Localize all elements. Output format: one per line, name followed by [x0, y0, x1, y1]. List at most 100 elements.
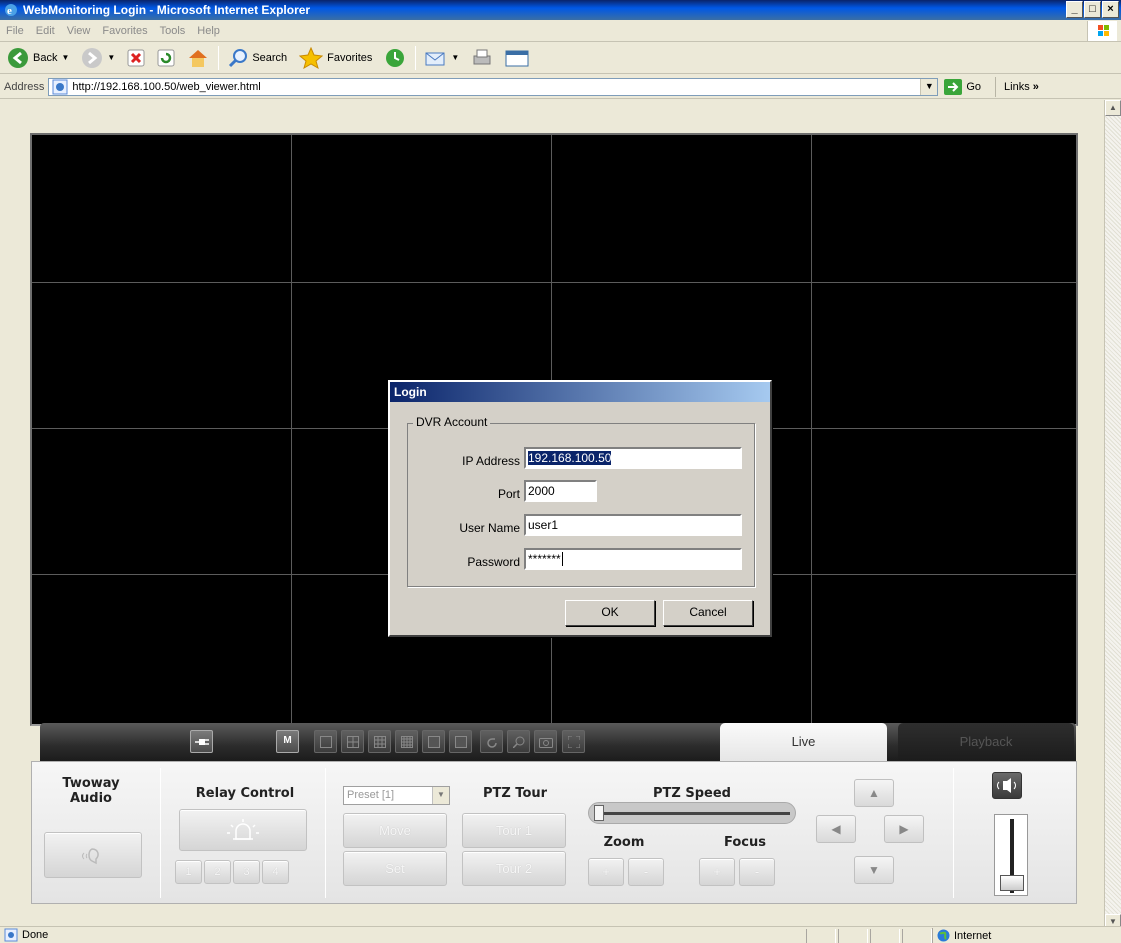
status-cell: [806, 929, 836, 943]
user-name-input[interactable]: user1: [524, 514, 742, 536]
zoom-in-button[interactable]: +: [588, 858, 624, 886]
layout-1-icon: [319, 736, 332, 748]
toolbar-separator: [415, 45, 417, 70]
ptz-left-button[interactable]: ◀: [816, 815, 856, 843]
layout-4-button[interactable]: [341, 730, 364, 753]
preset-select[interactable]: Preset [1] ▼: [343, 786, 450, 805]
focus-out-button[interactable]: -: [739, 858, 775, 886]
volume-slider[interactable]: [994, 814, 1028, 896]
relay-2-button[interactable]: 2: [204, 860, 231, 884]
favorites-label: Favorites: [327, 51, 373, 64]
mail-dropdown-icon[interactable]: ▼: [451, 53, 459, 62]
menu-view[interactable]: View: [67, 25, 91, 37]
mail-button[interactable]: ▼: [422, 45, 462, 71]
home-button[interactable]: [184, 45, 212, 71]
twoway-audio-button[interactable]: [44, 832, 142, 878]
edit-icon: [505, 50, 529, 66]
cancel-button[interactable]: Cancel: [663, 600, 753, 626]
focus-label: Focus: [724, 835, 766, 850]
menu-help[interactable]: Help: [197, 25, 220, 37]
layout-9-button[interactable]: [368, 730, 391, 753]
panel-separator: [953, 768, 954, 898]
ok-button[interactable]: OK: [565, 600, 655, 626]
layout-36-button[interactable]: [449, 730, 472, 753]
down-arrow-icon: ▼: [868, 863, 880, 877]
ptz-speed-slider[interactable]: [588, 802, 796, 824]
search-button[interactable]: Search: [225, 45, 290, 71]
dialog-title[interactable]: Login: [390, 382, 770, 402]
speaker-button[interactable]: [992, 772, 1022, 799]
ptz-up-button[interactable]: ▲: [854, 779, 894, 807]
status-text: Done: [22, 929, 49, 941]
password-input[interactable]: *******: [524, 548, 742, 570]
address-input[interactable]: http://192.168.100.50/web_viewer.html ▼: [48, 77, 939, 96]
layout-25-button[interactable]: [422, 730, 445, 753]
minimize-button[interactable]: _: [1066, 1, 1083, 18]
menu-file[interactable]: File: [6, 25, 24, 37]
ip-address-input[interactable]: 192.168.100.50: [524, 447, 742, 469]
tab-live[interactable]: Live: [720, 723, 887, 761]
ptz-down-button[interactable]: ▼: [854, 856, 894, 884]
tab-playback[interactable]: Playback: [898, 723, 1074, 761]
edit-button[interactable]: [502, 45, 532, 71]
relay-4-button[interactable]: 4: [262, 860, 289, 884]
port-input[interactable]: 2000: [524, 480, 597, 502]
layout-36-icon: [454, 736, 467, 748]
layout-16-button[interactable]: [395, 730, 418, 753]
rotate-button[interactable]: [480, 730, 503, 753]
preset-select-value: Preset [1]: [347, 789, 395, 801]
globe-icon: [937, 929, 950, 942]
forward-arrow-icon: [82, 47, 103, 68]
menu-edit[interactable]: Edit: [36, 25, 55, 37]
focus-in-button[interactable]: +: [699, 858, 735, 886]
snapshot-button[interactable]: [534, 730, 557, 753]
ptz-speed-thumb[interactable]: [594, 805, 604, 821]
window-title-bar[interactable]: e WebMonitoring Login - Microsoft Intern…: [0, 0, 1121, 20]
preset-set-button[interactable]: Set: [343, 851, 447, 886]
menu-favorites[interactable]: Favorites: [102, 25, 147, 37]
relay-1-button[interactable]: 1: [175, 860, 202, 884]
links-chevron-icon[interactable]: »: [1033, 81, 1039, 93]
favorites-button[interactable]: Favorites: [296, 45, 375, 71]
microphone-icon: [82, 848, 99, 865]
preset-move-button[interactable]: Move: [343, 813, 447, 848]
fullscreen-button[interactable]: [562, 730, 585, 753]
back-dropdown-icon[interactable]: ▼: [61, 53, 69, 62]
maximize-button[interactable]: □: [1084, 1, 1101, 18]
refresh-icon: [157, 49, 175, 66]
vertical-scrollbar[interactable]: ▲ ▼: [1104, 100, 1121, 930]
grid-line: [291, 135, 292, 724]
zone-indicator: Internet: [932, 928, 991, 943]
close-button[interactable]: ×: [1102, 1, 1119, 18]
back-label: Back: [33, 51, 58, 64]
preset-dropdown-icon[interactable]: ▼: [432, 787, 449, 804]
page-icon: [52, 79, 68, 94]
zoom-button[interactable]: [507, 730, 530, 753]
rotate-icon: [486, 738, 497, 748]
scroll-up-icon[interactable]: ▲: [1105, 100, 1121, 116]
address-dropdown-icon[interactable]: ▼: [920, 78, 938, 95]
forward-dropdown-icon[interactable]: ▼: [107, 53, 115, 62]
volume-thumb[interactable]: [1000, 875, 1024, 891]
zoom-icon: [511, 736, 524, 749]
camera-icon: [538, 738, 553, 748]
m-button[interactable]: M: [276, 730, 299, 753]
stop-button[interactable]: [124, 45, 148, 71]
menu-tools[interactable]: Tools: [160, 25, 186, 37]
layout-1-button[interactable]: [314, 730, 337, 753]
ptz-right-button[interactable]: ▶: [884, 815, 924, 843]
relay-3-button[interactable]: 3: [233, 860, 260, 884]
tour-1-button[interactable]: Tour 1: [462, 813, 566, 848]
tour-2-button[interactable]: Tour 2: [462, 851, 566, 886]
refresh-button[interactable]: [154, 45, 178, 71]
links-label[interactable]: Links: [1004, 81, 1030, 93]
forward-button[interactable]: ▼: [78, 45, 118, 71]
zoom-out-button[interactable]: -: [628, 858, 664, 886]
print-button[interactable]: [468, 45, 496, 71]
back-button[interactable]: Back ▼: [4, 45, 72, 71]
favorites-star-icon: [299, 46, 324, 69]
media-button[interactable]: [381, 45, 409, 71]
relay-control-button[interactable]: [179, 809, 307, 851]
go-button[interactable]: Go: [944, 78, 981, 95]
connect-button[interactable]: [190, 730, 213, 753]
